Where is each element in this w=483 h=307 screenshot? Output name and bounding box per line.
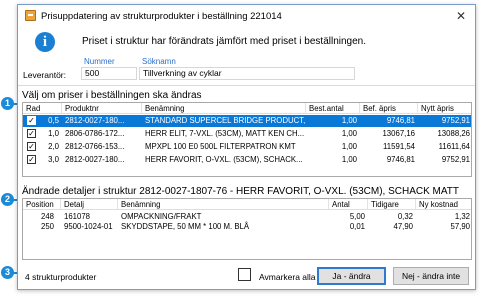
no-do-not-change-button[interactable]: Nej - ändra inte <box>393 267 469 285</box>
price-grid-header: Rad Produktnr Benämning Best.antal Bef. … <box>23 103 471 114</box>
cell-nytt-apris: 9752,91 <box>441 155 470 164</box>
column-header-tidigare[interactable]: Tidigare <box>368 199 416 210</box>
cell-bef-apris: 9746,81 <box>386 155 415 164</box>
cell-rad: 3,0 <box>48 155 59 164</box>
price-update-dialog: Prisuppdatering av strukturprodukter i b… <box>17 4 476 290</box>
supplier-number-field: 500 <box>81 67 137 80</box>
divider <box>18 85 475 86</box>
supplier-search-name-header: Söknamn <box>142 57 176 66</box>
cell-nytt-apris: 11611,64 <box>438 142 470 151</box>
cell-benamning: HERR FAVORIT, O-VXL. (53CM), SCHACK... <box>145 155 303 164</box>
deselect-all-checkbox[interactable] <box>238 268 251 281</box>
row-checkbox[interactable]: ✓ <box>27 129 36 138</box>
column-header-produktnr[interactable]: Produktnr <box>62 103 142 114</box>
cell-rad: 2,0 <box>48 142 59 151</box>
price-row[interactable]: ✓ 0,5 2812-0027-180... STANDARD SUPERCEL BR… <box>23 115 471 127</box>
app-icon <box>25 10 36 21</box>
column-header-antal[interactable]: Antal <box>329 199 368 210</box>
cell-rad: 0,5 <box>48 116 59 125</box>
cell-nytt-apris: 9752,91 <box>441 116 470 125</box>
cell-benamning: HERR ELIT, 7-VXL. (53CM), MATT KEN CH... <box>145 129 305 138</box>
cell-best-antal: 1,00 <box>341 116 357 125</box>
cell-rad: 1,0 <box>48 129 59 138</box>
supplier-label: Leverantör: <box>23 70 66 80</box>
column-header-detalj[interactable]: Detalj <box>61 199 118 210</box>
info-message: Priset i struktur har förändrats jämfört… <box>82 36 367 47</box>
window-title: Prisuppdatering av strukturprodukter i b… <box>41 11 282 22</box>
row-checkbox[interactable]: ✓ <box>27 142 36 151</box>
cell-nytt-apris: 13088,26 <box>437 129 470 138</box>
title-bar[interactable]: Prisuppdatering av strukturprodukter i b… <box>18 5 475 27</box>
row-checkbox[interactable]: ✓ <box>27 155 36 164</box>
cell-best-antal: 1,00 <box>341 142 357 151</box>
cell-benamning: SKYDDSTAPE, 50 MM * 100 M. BLÅ <box>121 222 250 231</box>
cell-produktnr: 2812-0027-180... <box>65 155 125 164</box>
column-header-rad[interactable]: Rad <box>23 103 62 114</box>
info-icon: i <box>35 32 55 52</box>
cell-produktnr: 2812-0766-153... <box>65 142 125 151</box>
detail-row[interactable]: 250 9500-1024-01 SKYDDSTAPE, 50 MM * 100 M… <box>23 221 471 232</box>
column-header-nytt-apris[interactable]: Nytt äpris <box>418 103 471 114</box>
price-grid: Rad Produktnr Benämning Best.antal Bef. … <box>22 102 472 177</box>
detail-grid: Position Detalj Benämning Antal Tidigare… <box>22 198 472 260</box>
detail-grid-header: Position Detalj Benämning Antal Tidigare… <box>23 199 471 210</box>
cell-ny-kostnad: 57,90 <box>450 222 470 231</box>
column-header-benamning[interactable]: Benämning <box>142 103 306 114</box>
cell-detalj: 9500-1024-01 <box>64 222 113 231</box>
supplier-search-name-field: Tillverkning av cyklar <box>139 67 355 80</box>
column-header-ny-kostnad[interactable]: Ny kostnad <box>416 199 471 210</box>
cell-antal: 0,01 <box>349 222 365 231</box>
close-button[interactable]: ✕ <box>453 8 469 24</box>
cell-position: 250 <box>40 222 54 231</box>
price-row[interactable]: ✓ 1,0 2806-0786-172... HERR ELIT, 7-VXL. (5… <box>23 128 471 140</box>
cell-benamning: MPXPL 100 E0 500L FILTERPATRON KMT <box>145 142 296 151</box>
column-header-bef-apris[interactable]: Bef. äpris <box>360 103 418 114</box>
yes-change-button[interactable]: Ja - ändra <box>317 267 386 285</box>
cell-produktnr: 2806-0786-172... <box>65 129 125 138</box>
price-row[interactable]: ✓ 2,0 2812-0766-153... MPXPL 100 E0 500L FI… <box>23 141 471 153</box>
cell-bef-apris: 11591,54 <box>383 142 415 151</box>
detail-grid-title: Ändrade detaljer i struktur 2812-0027-18… <box>22 186 460 197</box>
row-checkbox[interactable]: ✓ <box>27 116 36 125</box>
cell-best-antal: 1,00 <box>341 129 357 138</box>
price-row[interactable]: ✓ 3,0 2812-0027-180... HERR FAVORIT, O-VXL.… <box>23 154 471 166</box>
column-header-best-antal[interactable]: Best.antal <box>306 103 360 114</box>
cell-best-antal: 1,00 <box>341 155 357 164</box>
product-count: 4 strukturprodukter <box>25 272 97 282</box>
cell-bef-apris: 9746,81 <box>386 116 415 125</box>
price-grid-title: Välj om priser i beställningen ska ändra… <box>22 90 202 101</box>
column-header-position[interactable]: Position <box>23 199 61 210</box>
deselect-all-label[interactable]: Avmarkera alla <box>259 272 316 282</box>
cell-produktnr: 2812-0027-180... <box>65 116 125 125</box>
supplier-number-header: Nummer <box>84 57 115 66</box>
cell-bef-apris: 13067,16 <box>382 129 415 138</box>
cell-tidigare: 47,90 <box>393 222 413 231</box>
cell-benamning: STANDARD SUPERCEL BRIDGE PRODUCT,... <box>145 116 306 125</box>
column-header-benamning[interactable]: Benämning <box>118 199 329 210</box>
